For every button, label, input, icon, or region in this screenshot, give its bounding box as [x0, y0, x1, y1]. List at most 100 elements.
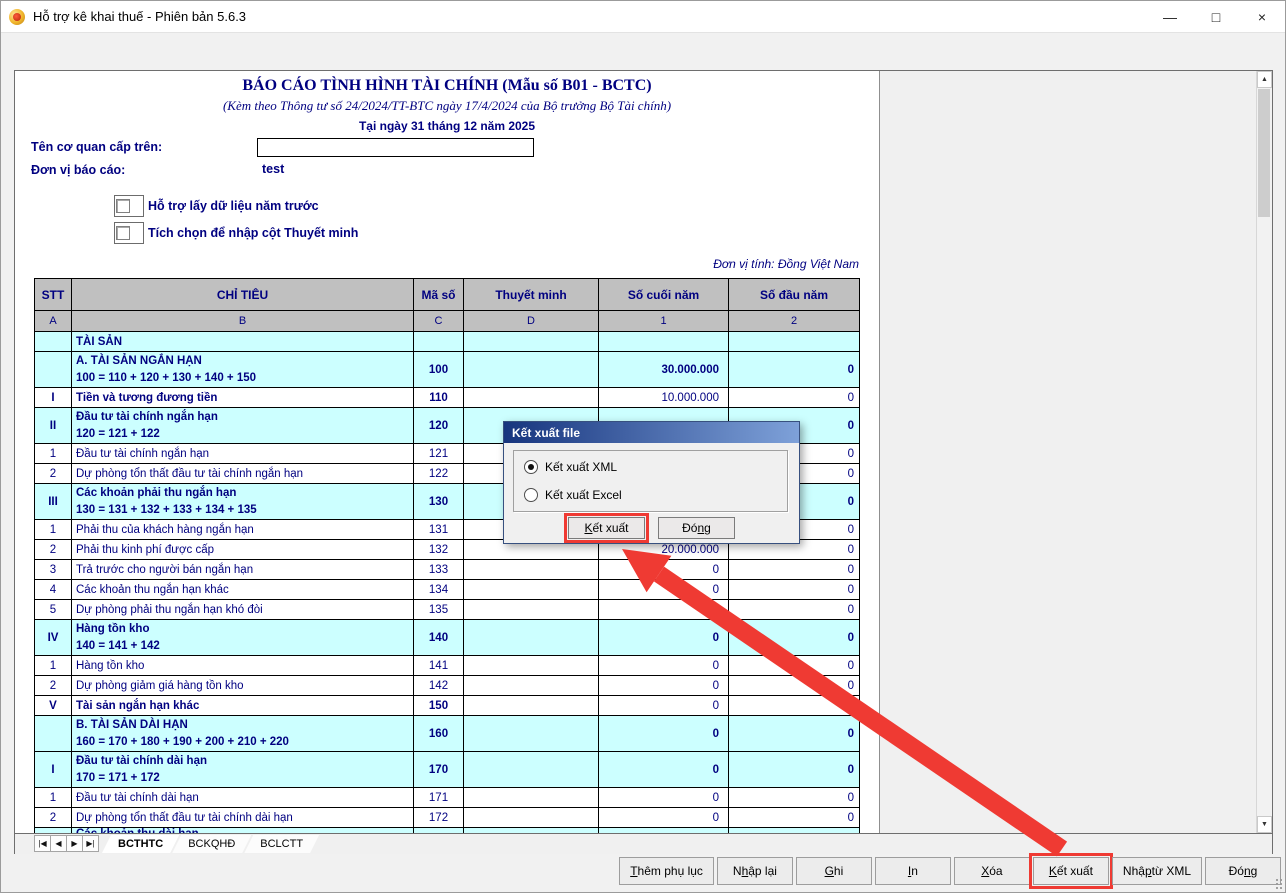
cell-note[interactable]: [464, 620, 599, 656]
vertical-scrollbar[interactable]: ▲ ▼: [1256, 71, 1272, 833]
checkbox-row-thuyet-minh[interactable]: Tích chọn để nhập cột Thuyết minh: [114, 222, 358, 244]
cell-start-of-year[interactable]: 0: [729, 788, 860, 808]
parent-org-label: Tên cơ quan cấp trên:: [31, 140, 162, 154]
cell-stt: 1: [35, 656, 72, 676]
cell-note[interactable]: [464, 580, 599, 600]
cell-end-of-year[interactable]: 0: [599, 656, 729, 676]
cell-stt: 5: [35, 600, 72, 620]
cell-end-of-year[interactable]: 0: [599, 560, 729, 580]
cell-end-of-year[interactable]: [599, 332, 729, 352]
cell-start-of-year[interactable]: [729, 332, 860, 352]
cell-start-of-year[interactable]: 0: [729, 656, 860, 676]
cell-start-of-year[interactable]: 0: [729, 808, 860, 828]
toolbar-button[interactable]: In: [875, 857, 951, 885]
app-icon: [9, 9, 25, 25]
cell-start-of-year[interactable]: 0: [729, 696, 860, 716]
sheet-tab-bcthtc[interactable]: BCTHTC: [102, 835, 179, 853]
cell-end-of-year[interactable]: 0: [599, 620, 729, 656]
cell-label: Đầu tư tài chính ngắn hạn: [72, 444, 414, 464]
report-title: BÁO CÁO TÌNH HÌNH TÀI CHÍNH (Mẫu số B01 …: [15, 77, 879, 95]
scroll-up-icon[interactable]: ▲: [1257, 71, 1272, 88]
cell-code: 160: [414, 716, 464, 752]
cell-note[interactable]: [464, 752, 599, 788]
cell-code: 134: [414, 580, 464, 600]
radio-icon: [524, 488, 538, 502]
cell-note[interactable]: [464, 656, 599, 676]
close-button[interactable]: ×: [1239, 1, 1285, 32]
checkbox-icon: [116, 226, 130, 240]
first-sheet-icon[interactable]: |◀: [34, 835, 51, 852]
cell-note[interactable]: [464, 352, 599, 388]
prev-sheet-icon[interactable]: ◀: [50, 835, 67, 852]
cell-note[interactable]: [464, 716, 599, 752]
cell-end-of-year[interactable]: 0: [599, 580, 729, 600]
cell-start-of-year[interactable]: 0: [729, 752, 860, 788]
table-row: B. TÀI SẢN DÀI HẠN160 = 170 + 180 + 190 …: [35, 716, 860, 752]
cell-start-of-year[interactable]: 0: [729, 600, 860, 620]
toolbar-button[interactable]: Xóa: [954, 857, 1030, 885]
toolbar-button[interactable]: Nhập lại: [717, 857, 793, 885]
toolbar-button[interactable]: Đóng: [1205, 857, 1281, 885]
resize-grip-icon[interactable]: [1275, 878, 1283, 890]
sheet-tab-bclctt[interactable]: BCLCTT: [244, 835, 319, 853]
scroll-down-icon[interactable]: ▼: [1257, 816, 1272, 833]
column-header: STT: [35, 279, 72, 311]
cell-end-of-year[interactable]: 10.000.000: [599, 388, 729, 408]
title-bar: Hỗ trợ kê khai thuế - Phiên bản 5.6.3 —□…: [1, 1, 1285, 33]
cell-start-of-year[interactable]: 0: [729, 580, 860, 600]
prev-year-checkbox[interactable]: [114, 195, 144, 217]
toolbar-button[interactable]: Thêm phụ lục: [619, 857, 714, 885]
cell-end-of-year[interactable]: 0: [599, 676, 729, 696]
dialog-export-button[interactable]: Kết xuất: [568, 517, 645, 539]
table-row: 1Đầu tư tài chính dài hạn17100: [35, 788, 860, 808]
cell-note[interactable]: [464, 676, 599, 696]
checkbox-row-prev-year[interactable]: Hỗ trợ lấy dữ liệu năm trước: [114, 195, 319, 217]
cell-end-of-year[interactable]: 0: [599, 788, 729, 808]
cell-start-of-year[interactable]: 0: [729, 560, 860, 580]
thuyet-minh-checkbox[interactable]: [114, 222, 144, 244]
maximize-button[interactable]: □: [1193, 1, 1239, 32]
toolbar-button[interactable]: Nhập từ XML: [1112, 857, 1202, 885]
next-sheet-icon[interactable]: ▶: [66, 835, 83, 852]
cell-code: [414, 332, 464, 352]
column-header: Mã số: [414, 279, 464, 311]
cell-note[interactable]: [464, 332, 599, 352]
radio-export-excel[interactable]: Kết xuất Excel: [524, 488, 622, 502]
table-row: 4Các khoản thu ngắn hạn khác13400: [35, 580, 860, 600]
cell-start-of-year[interactable]: 0: [729, 620, 860, 656]
cell-note[interactable]: [464, 788, 599, 808]
cell-end-of-year[interactable]: 0: [599, 600, 729, 620]
toolbar-button[interactable]: Kết xuất: [1033, 857, 1109, 885]
cell-end-of-year[interactable]: 0: [599, 696, 729, 716]
dialog-close-button[interactable]: Đóng: [658, 517, 735, 539]
sheet-tabs: BCTHTCBCKQHĐBCLCTT: [109, 835, 319, 853]
cell-note[interactable]: [464, 696, 599, 716]
cell-note[interactable]: [464, 600, 599, 620]
scrollbar-thumb[interactable]: [1258, 89, 1270, 217]
cell-note[interactable]: [464, 808, 599, 828]
toolbar-button[interactable]: Ghi: [796, 857, 872, 885]
report-unit-label: Đơn vị báo cáo:: [31, 163, 125, 177]
cell-stt: [35, 352, 72, 388]
cell-stt: II: [35, 408, 72, 444]
cell-label: Dự phòng phải thu ngắn hạn khó đòi: [72, 600, 414, 620]
cell-note[interactable]: [464, 560, 599, 580]
cell-note[interactable]: [464, 388, 599, 408]
cell-code: 150: [414, 696, 464, 716]
parent-org-input[interactable]: [257, 138, 534, 157]
minimize-button[interactable]: —: [1147, 1, 1193, 32]
sheet-tab-bckqhđ[interactable]: BCKQHĐ: [172, 835, 251, 853]
cell-stt: 1: [35, 444, 72, 464]
cell-label: Các khoản thu ngắn hạn khác: [72, 580, 414, 600]
cell-start-of-year[interactable]: 0: [729, 388, 860, 408]
cell-start-of-year[interactable]: 0: [729, 352, 860, 388]
radio-export-xml[interactable]: Kết xuất XML: [524, 460, 617, 474]
cell-end-of-year[interactable]: 0: [599, 752, 729, 788]
cell-start-of-year[interactable]: 0: [729, 676, 860, 696]
column-header: Số đầu năm: [729, 279, 860, 311]
cell-end-of-year[interactable]: 0: [599, 808, 729, 828]
cell-start-of-year[interactable]: 0: [729, 716, 860, 752]
cell-end-of-year[interactable]: 0: [599, 716, 729, 752]
cell-end-of-year[interactable]: 30.000.000: [599, 352, 729, 388]
last-sheet-icon[interactable]: ▶|: [82, 835, 99, 852]
